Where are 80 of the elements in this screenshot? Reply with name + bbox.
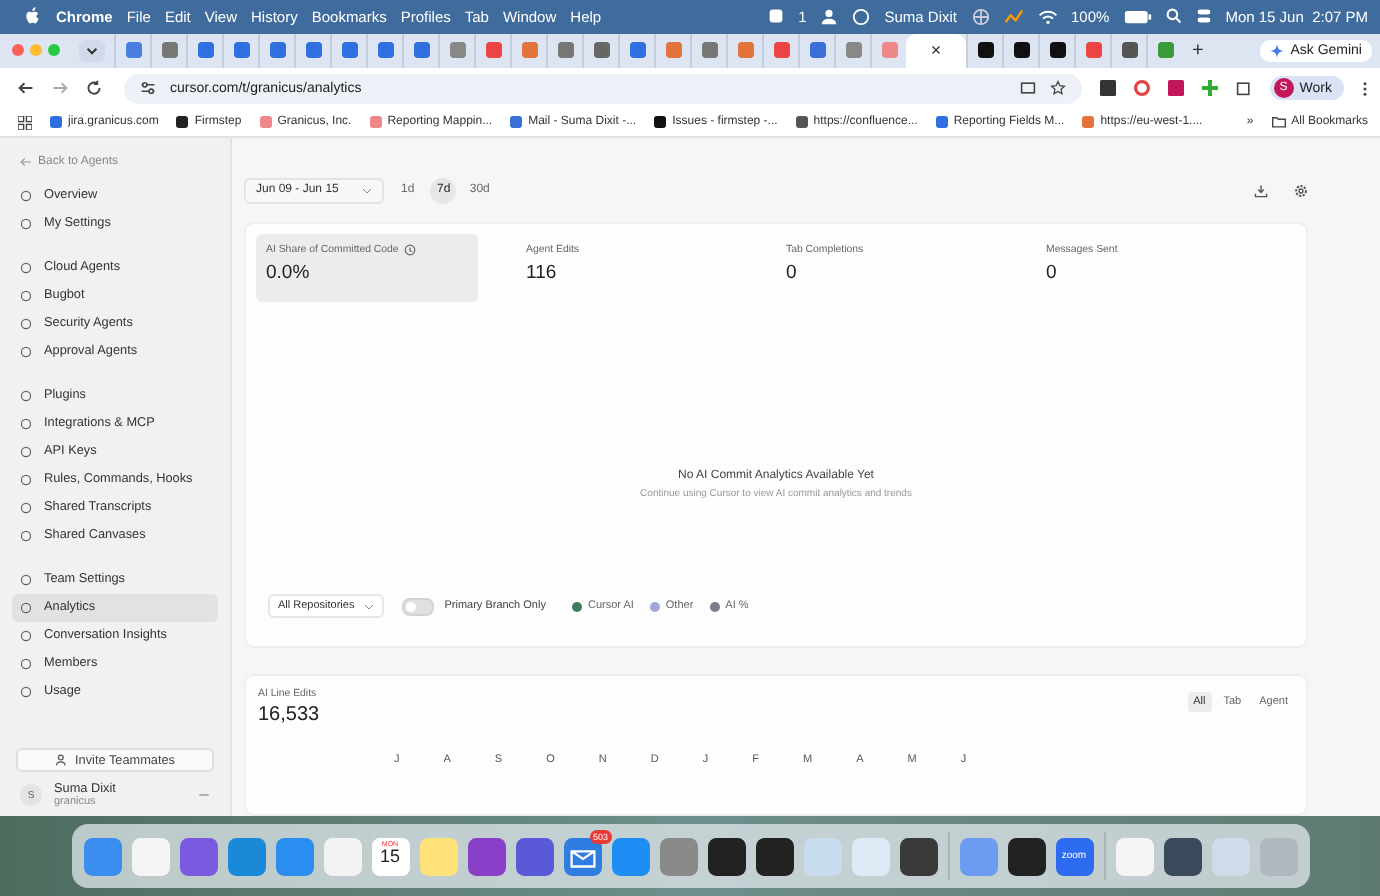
window-close-button[interactable]: [12, 44, 24, 57]
plus-icon[interactable]: [1201, 80, 1218, 97]
app-icon[interactable]: [1007, 837, 1045, 876]
favicon-icon: [629, 42, 645, 59]
favicon-icon: [1121, 42, 1137, 59]
globe-icon[interactable]: [971, 7, 990, 26]
favicon-icon: [665, 42, 681, 59]
cast-icon[interactable]: [1019, 80, 1036, 97]
folder-icon: [1271, 116, 1286, 129]
back-arrow-icon[interactable]: [18, 80, 34, 97]
favicon-icon: [176, 116, 189, 129]
favicon-icon: [701, 42, 717, 59]
favicon-icon: [341, 42, 357, 59]
favicon-icon: [1013, 42, 1029, 59]
chevron-down-icon: [362, 187, 373, 194]
search-icon[interactable]: [1165, 8, 1182, 25]
favicon-icon: [935, 116, 948, 129]
apple-icon[interactable]: [24, 6, 42, 27]
settings-icon[interactable]: [1294, 183, 1308, 198]
app-icon[interactable]: [707, 837, 745, 876]
graph-icon[interactable]: [1003, 7, 1024, 26]
favicon-icon: [125, 42, 141, 59]
favicon-icon: [377, 42, 393, 59]
favicon-icon: [1157, 42, 1173, 59]
favicon-icon: [1049, 42, 1065, 59]
metric-value: 16,533: [258, 703, 320, 726]
favicon-icon: [977, 42, 993, 59]
favicon-icon: [881, 42, 897, 59]
favicon-icon: [1085, 42, 1101, 59]
favicon-icon: [654, 116, 667, 129]
status-icon[interactable]: [768, 8, 785, 25]
toggle-switch[interactable]: [402, 597, 435, 616]
favicon-icon: [795, 116, 808, 129]
forward-arrow-icon[interactable]: [52, 80, 68, 97]
favicon-icon: [737, 42, 753, 59]
download-icon[interactable]: [1254, 183, 1268, 198]
app-icon[interactable]: [1163, 837, 1201, 876]
app-icon[interactable]: [899, 837, 937, 876]
control-center-icon[interactable]: [1195, 8, 1212, 25]
sparkle-icon: [1270, 43, 1285, 58]
browser-tab[interactable]: ×: [906, 33, 966, 68]
site-settings-icon[interactable]: [140, 80, 156, 97]
favicon-icon: [1082, 116, 1095, 129]
favicon-icon: [557, 42, 573, 59]
favicon-icon: [161, 42, 177, 59]
favicon-icon: [413, 42, 429, 59]
reload-icon[interactable]: [86, 80, 102, 97]
favicon-icon: [259, 116, 272, 129]
favicon-icon: [510, 116, 523, 129]
favicon-icon: [369, 116, 382, 129]
info-icon[interactable]: [404, 244, 417, 257]
new-tab-button[interactable]: +: [1192, 39, 1204, 62]
arrow-left-icon: [20, 155, 32, 168]
favicon-icon: [50, 116, 62, 129]
favicon-icon: [197, 42, 213, 59]
favicon-icon: [305, 42, 321, 59]
favicon-icon: [449, 42, 465, 59]
apps-grid-icon[interactable]: [18, 115, 32, 130]
favicon-icon: [593, 42, 609, 59]
puzzle-icon[interactable]: [1235, 80, 1252, 97]
stat-value: 0: [786, 262, 799, 285]
close-tab-button[interactable]: ×: [930, 41, 942, 60]
battery-icon[interactable]: [1123, 9, 1152, 24]
stat-value: 0: [1046, 262, 1059, 285]
tab-search-icon[interactable]: [78, 39, 106, 62]
chevron-down-icon: [364, 603, 375, 610]
stat-value: 0.0%: [266, 262, 312, 285]
favicon-icon: [485, 42, 501, 59]
star-icon[interactable]: [1049, 80, 1066, 97]
more-icon[interactable]: [1362, 79, 1368, 98]
favicon-icon: [269, 42, 285, 59]
favicon-icon: [521, 42, 537, 59]
favicon-icon: [845, 42, 861, 59]
stat-value: 116: [526, 262, 559, 285]
app-icon[interactable]: [755, 837, 793, 876]
mail-app-icon[interactable]: [563, 837, 601, 876]
favicon-icon: [233, 42, 249, 59]
favicon-icon: [809, 42, 825, 59]
favicon-icon: [773, 42, 789, 59]
wifi-icon[interactable]: [1037, 7, 1058, 26]
